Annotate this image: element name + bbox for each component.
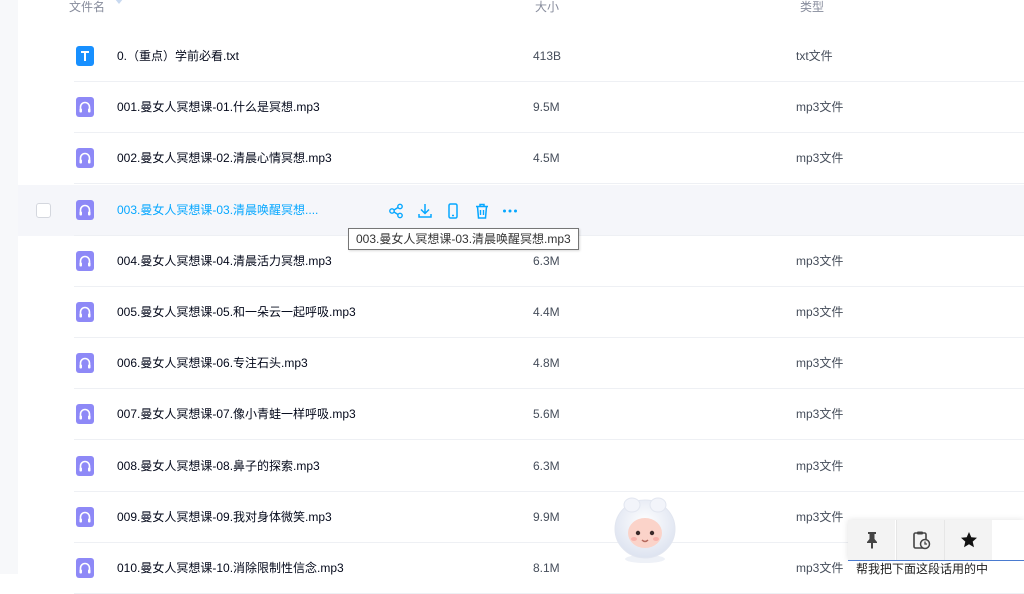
audio-file-icon	[75, 403, 95, 425]
file-type: mp3文件	[796, 100, 844, 115]
file-size: 4.5M	[533, 151, 560, 166]
share-icon[interactable]	[387, 202, 405, 220]
header-size[interactable]: 大小	[535, 0, 559, 14]
list-header: 文件名 大小 类型	[18, 0, 1024, 22]
file-size: 413B	[533, 49, 562, 63]
header-type[interactable]: 类型	[800, 0, 824, 14]
file-type: mp3文件	[796, 561, 844, 575]
file-type: mp3文件	[796, 151, 844, 166]
file-size: 5.6M	[533, 407, 560, 422]
mascot-assistant-icon[interactable]	[608, 493, 682, 565]
file-row[interactable]: 006.曼女人冥想课-06.专注石头.mp3 4.8M mp3文件	[18, 338, 1024, 390]
file-size: 6.3M	[533, 253, 560, 268]
row-checkbox[interactable]	[36, 202, 51, 218]
audio-file-icon	[75, 455, 95, 477]
more-icon[interactable]	[501, 202, 519, 220]
sort-icon[interactable]	[114, 0, 124, 5]
phone-icon[interactable]	[444, 202, 462, 220]
header-name[interactable]: 文件名	[69, 0, 105, 14]
delete-icon[interactable]	[473, 202, 491, 220]
download-icon[interactable]	[416, 202, 434, 220]
txt-file-icon	[75, 45, 95, 67]
file-type: mp3文件	[796, 356, 844, 371]
file-row[interactable]: 005.曼女人冥想课-05.和一朵云一起呼吸.mp3 4.4M mp3文件	[18, 287, 1024, 338]
star-icon	[960, 532, 977, 548]
file-type: mp3文件	[796, 253, 844, 268]
file-size: 8.1M	[533, 561, 560, 575]
file-name[interactable]: 0.（重点）学前必看.txt	[117, 49, 239, 63]
file-size: 9.5M	[533, 100, 560, 115]
clipboard-history-button[interactable]	[896, 520, 944, 560]
file-type: mp3文件	[796, 407, 844, 422]
file-type: mp3文件	[796, 305, 844, 319]
file-row[interactable]: 008.曼女人冥想课-08.鼻子的探索.mp3 6.3M mp3文件	[18, 441, 1024, 492]
pin-icon	[866, 532, 877, 549]
file-type: mp3文件	[796, 509, 844, 524]
audio-file-icon	[75, 96, 95, 118]
file-size: 4.8M	[533, 356, 560, 371]
file-list: 文件名 大小 类型 0.（重点）学前必看.txt 413B txt文件 001.曼女人…	[18, 0, 1024, 594]
file-name[interactable]: 008.曼女人冥想课-08.鼻子的探索.mp3	[117, 459, 320, 473]
audio-file-icon	[75, 199, 95, 221]
file-name[interactable]: 009.曼女人冥想课-09.我对身体微笑.mp3	[117, 510, 332, 524]
file-name[interactable]: 005.曼女人冥想课-05.和一朵云一起呼吸.mp3	[117, 305, 356, 319]
file-size: 9.9M	[533, 509, 560, 524]
file-row[interactable]: 002.曼女人冥想课-02.清晨心情冥想.mp3 4.5M mp3文件	[18, 133, 1024, 185]
file-type: txt文件	[796, 49, 833, 63]
file-name[interactable]: 003.曼女人冥想课-03.清晨唤醒冥想....	[117, 203, 318, 217]
file-name[interactable]: 006.曼女人冥想课-06.专注石头.mp3	[117, 356, 308, 370]
pin-button[interactable]	[848, 520, 895, 560]
left-gutter	[0, 0, 18, 574]
file-name[interactable]: 002.曼女人冥想课-02.清晨心情冥想.mp3	[117, 151, 332, 165]
file-row[interactable]: 007.曼女人冥想课-07.像小青蛙一样呼吸.mp3 5.6M mp3文件	[18, 389, 1024, 441]
file-name[interactable]: 010.曼女人冥想课-10.消除限制性信念.mp3	[117, 561, 344, 575]
audio-file-icon	[75, 352, 95, 374]
file-name[interactable]: 001.曼女人冥想课-01.什么是冥想.mp3	[117, 100, 320, 114]
file-row[interactable]: 001.曼女人冥想课-01.什么是冥想.mp3 9.5M mp3文件	[18, 82, 1024, 134]
audio-file-icon	[75, 301, 95, 323]
toolbar-text-preview: 帮我把下面这段话用的中	[848, 560, 1024, 575]
floating-toolbar: 帮我把下面这段话用的中	[848, 520, 1024, 575]
file-name[interactable]: 007.曼女人冥想课-07.像小青蛙一样呼吸.mp3	[117, 407, 356, 421]
file-row[interactable]: 0.（重点）学前必看.txt 413B txt文件	[18, 31, 1024, 82]
toolbar-strip-text: 帮我把下面这段话用的中	[856, 562, 989, 575]
file-name[interactable]: 004.曼女人冥想课-04.清晨活力冥想.mp3	[117, 254, 332, 268]
file-size: 6.3M	[533, 458, 560, 473]
filename-tooltip: 003.曼女人冥想课-03.清晨唤醒冥想.mp3	[348, 228, 579, 250]
audio-file-icon	[75, 506, 95, 528]
file-type: mp3文件	[796, 458, 844, 473]
audio-file-icon	[75, 147, 95, 169]
audio-file-icon	[75, 250, 95, 272]
audio-file-icon	[75, 557, 95, 579]
favorite-button[interactable]	[944, 520, 992, 560]
clipboard-history-icon	[912, 531, 930, 550]
file-size: 4.4M	[533, 305, 560, 319]
